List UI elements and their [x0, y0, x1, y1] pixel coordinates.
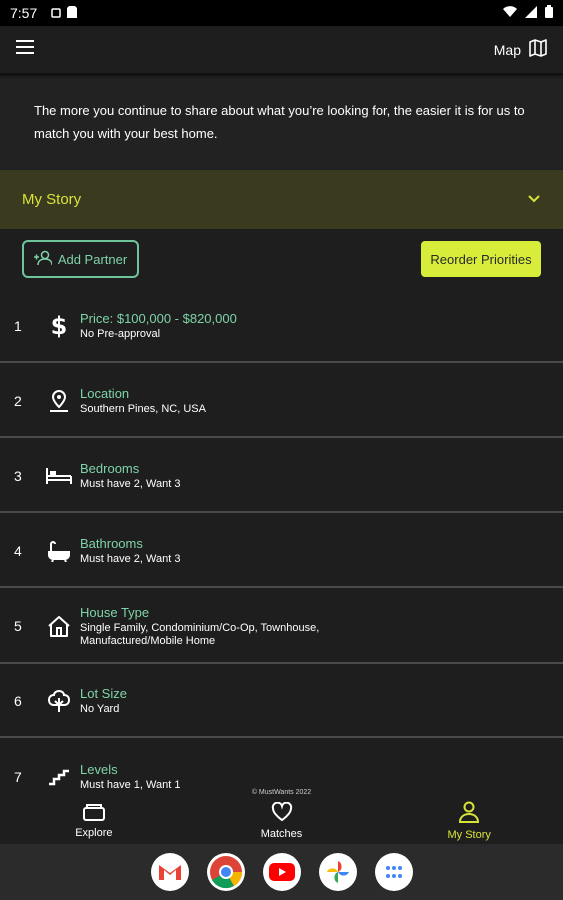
- priority-title: House Type: [80, 604, 150, 620]
- priority-number: 4: [14, 542, 22, 559]
- priorities-list: 1 $ Price: $100,000 - $820,000 No Pre-ap…: [0, 290, 563, 798]
- nav-my-story[interactable]: My Story: [375, 798, 563, 844]
- list-item[interactable]: 5 House Type Single Family, Condominium/…: [0, 590, 563, 664]
- notification-icon: [51, 5, 61, 21]
- copyright-text: © MustWants 2022: [251, 789, 312, 796]
- heart-icon: [271, 801, 293, 825]
- add-partner-button[interactable]: Add Partner: [22, 240, 139, 278]
- priority-title: Lot Size: [80, 686, 127, 701]
- youtube-icon[interactable]: [262, 853, 301, 891]
- gmail-icon[interactable]: [150, 853, 189, 891]
- priority-title: Levels: [80, 762, 118, 777]
- signal-icon: [525, 5, 537, 21]
- nav-matches[interactable]: Matches: [188, 798, 376, 844]
- reorder-priorities-button[interactable]: Reorder Priorities: [421, 241, 541, 277]
- menu-icon[interactable]: [16, 40, 34, 59]
- list-item[interactable]: 2 Location Southern Pines, NC, USA: [0, 365, 563, 438]
- add-partner-label: Add Partner: [57, 251, 128, 267]
- map-icon: [529, 39, 547, 60]
- priority-number: 3: [14, 467, 22, 484]
- actions-row: Add Partner Reorder Priorities: [0, 229, 563, 299]
- nav-explore-label: Explore: [75, 827, 113, 839]
- nav-my-story-label: My Story: [447, 829, 491, 841]
- status-time: 7:57: [10, 5, 38, 21]
- my-story-accordion[interactable]: My Story: [0, 170, 563, 229]
- status-bar: 7:57: [0, 0, 563, 26]
- photos-icon[interactable]: [318, 853, 357, 891]
- app-bar: Map: [0, 26, 563, 76]
- priority-subtitle: Must have 2, Want 3: [80, 552, 181, 565]
- location-pin-icon: [38, 389, 80, 413]
- priority-title: Bedrooms: [80, 460, 140, 476]
- chrome-icon[interactable]: [206, 853, 245, 891]
- priority-subtitle: Must have 2, Want 3: [80, 477, 181, 490]
- map-label: Map: [493, 41, 521, 58]
- priority-title: Location: [80, 385, 130, 401]
- add-person-icon: [33, 250, 53, 269]
- apps-icon[interactable]: [374, 853, 413, 891]
- list-item[interactable]: 3 Bedrooms Must have 2, Want 3: [0, 440, 563, 513]
- priority-number: 6: [14, 693, 22, 709]
- house-icon: [38, 615, 80, 637]
- bathtub-icon: [38, 540, 80, 562]
- tree-icon: [38, 688, 80, 714]
- list-item[interactable]: 4 Bathrooms Must have 2, Want 3: [0, 515, 563, 588]
- stairs-icon: [38, 768, 80, 786]
- my-story-title: My Story: [22, 191, 82, 208]
- sd-card-icon: [67, 5, 78, 21]
- bottom-nav: Explore Matches My Story: [0, 798, 563, 844]
- chevron-down-icon: [527, 191, 541, 208]
- battery-icon: [545, 5, 553, 21]
- priority-number: 7: [14, 769, 22, 785]
- dollar-icon: $: [38, 313, 80, 339]
- intro-text: The more you continue to share about wha…: [0, 79, 563, 169]
- priority-number: 5: [14, 618, 22, 634]
- priority-subtitle: No Pre-approval: [80, 327, 161, 340]
- nav-matches-label: Matches: [260, 828, 303, 840]
- priority-subtitle: No Yard: [80, 703, 120, 715]
- system-dock: [0, 844, 563, 900]
- priority-number: 1: [14, 317, 22, 334]
- nav-explore[interactable]: Explore: [0, 798, 188, 844]
- bed-icon: [38, 466, 80, 486]
- wifi-icon: [503, 5, 517, 21]
- list-item[interactable]: 6 Lot Size No Yard: [0, 666, 563, 738]
- list-item[interactable]: 1 $ Price: $100,000 - $820,000 No Pre-ap…: [0, 290, 563, 363]
- priority-subtitle: Single Family, Condominium/Co-Op, Townho…: [80, 621, 320, 647]
- priority-number: 2: [14, 392, 22, 409]
- svg-text:$: $: [51, 313, 68, 339]
- priority-subtitle: Southern Pines, NC, USA: [80, 402, 206, 415]
- person-icon: [458, 801, 480, 826]
- priority-title: Price: $100,000 - $820,000: [80, 310, 237, 326]
- map-button[interactable]: Map: [494, 39, 547, 60]
- priority-title: Bathrooms: [80, 535, 143, 551]
- explore-icon: [82, 803, 105, 824]
